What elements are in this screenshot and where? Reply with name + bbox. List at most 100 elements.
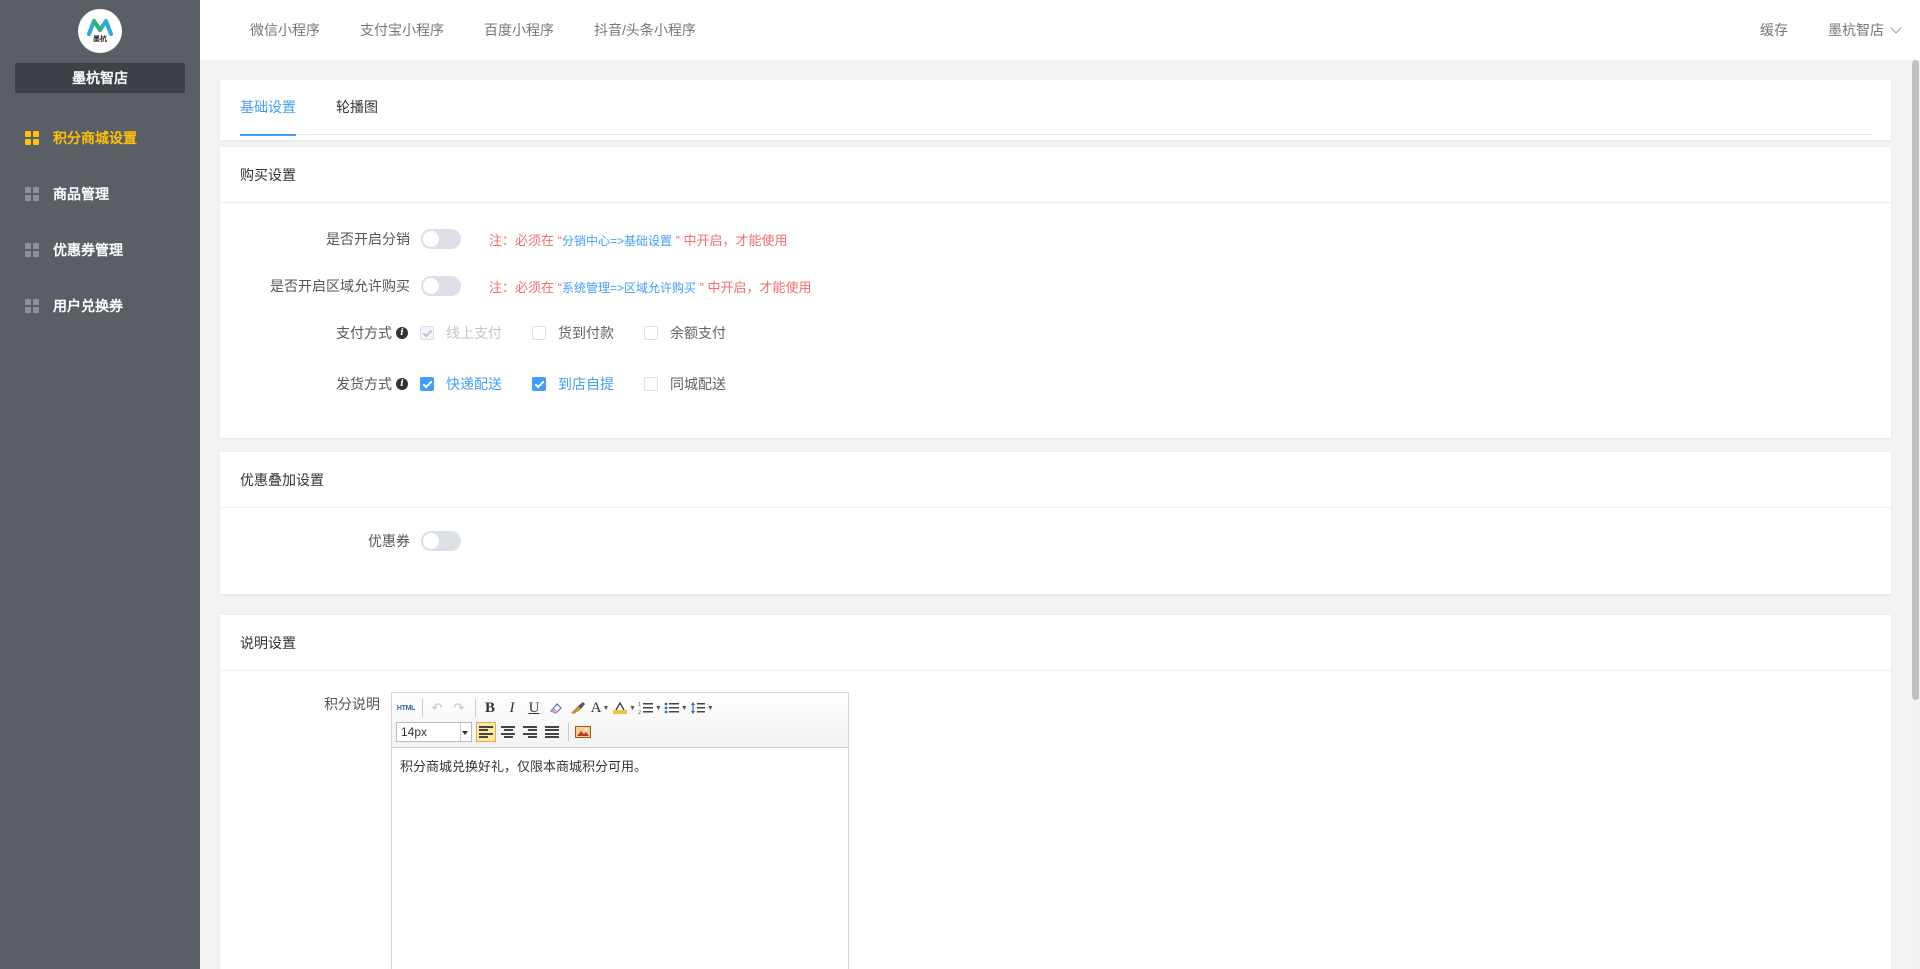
user-name: 墨杭智店: [1828, 22, 1884, 38]
editor-toolbar: HTML ↶ ↷ B I U A ▼ ▼ 1 2 ▼ ▼ ▼ 14px: [392, 693, 848, 748]
platform-tabs: 微信小程序 支付宝小程序 百度小程序 抖音/头条小程序: [250, 0, 736, 60]
sidebar-item-points-mall-settings[interactable]: 积分商城设置: [0, 110, 200, 166]
region-settings-link[interactable]: 系统管理=>区域允许购买: [562, 281, 696, 295]
grid-icon: [25, 187, 39, 201]
rich-text-editor: HTML ↶ ↷ B I U A ▼ ▼ 1 2 ▼ ▼ ▼ 14px 积分商城…: [391, 692, 849, 969]
payment-cod-checkbox[interactable]: 货到付款: [532, 323, 614, 343]
delivery-pickup-checkbox[interactable]: 到店自提: [532, 374, 614, 394]
coupon-stacking-row: [421, 529, 461, 553]
delivery-local-checkbox[interactable]: 同城配送: [644, 374, 726, 394]
grid-icon: [25, 131, 39, 145]
shop-name: 墨杭智店: [15, 63, 185, 93]
logo: 墨杭: [78, 9, 122, 53]
checkbox-box: [644, 377, 658, 391]
line-height-icon: [690, 702, 705, 714]
checkbox-box: [644, 326, 658, 340]
coupon-stacking-switch[interactable]: [421, 531, 461, 551]
distribution-switch[interactable]: [421, 229, 461, 249]
checkbox-label: 快递配送: [446, 376, 502, 392]
checkbox-box: [532, 326, 546, 340]
sidebar-item-label: 商品管理: [53, 186, 109, 202]
delivery-method-label: 发货方式 i: [220, 372, 408, 396]
distribution-row: 注：必须在 “分销中心=>基础设置 ” 中开启，才能使用: [421, 227, 788, 251]
editor-content[interactable]: 积分商城兑换好礼，仅限本商城积分可用。: [392, 748, 848, 783]
insert-image-icon[interactable]: [573, 722, 593, 742]
sidebar-item-coupon-management[interactable]: 优惠券管理: [0, 222, 200, 278]
font-color-button[interactable]: A ▼: [590, 698, 610, 718]
delivery-method-options: 快递配送 到店自提 同城配送: [420, 372, 756, 396]
tab-douyin-miniprogram[interactable]: 抖音/头条小程序: [594, 20, 696, 40]
top-right-actions: 缓存 墨杭智店: [1760, 0, 1902, 60]
underline-icon[interactable]: U: [524, 698, 544, 718]
tab-basic-settings[interactable]: 基础设置: [240, 80, 296, 136]
payment-method-label: 支付方式 i: [220, 321, 408, 345]
redo-icon[interactable]: ↷: [449, 698, 469, 718]
highlight-color-button[interactable]: ▼: [612, 698, 636, 718]
user-menu[interactable]: 墨杭智店: [1828, 20, 1902, 40]
checkbox-box: [420, 326, 434, 340]
payment-method-options: 线上支付 货到付款 余额支付: [420, 321, 756, 345]
italic-icon[interactable]: I: [502, 698, 522, 718]
sidebar: 墨杭 墨杭智店 积分商城设置 商品管理 优惠券管理 用户兑换券: [0, 0, 200, 969]
grid-icon: [25, 299, 39, 313]
align-center-icon[interactable]: [498, 722, 518, 742]
delivery-method-label-text: 发货方式: [336, 376, 392, 392]
scrollbar-thumb[interactable]: [1912, 60, 1919, 700]
html-source-button[interactable]: HTML: [396, 698, 416, 718]
sidebar-item-user-vouchers[interactable]: 用户兑换券: [0, 278, 200, 334]
description-settings-card: 说明设置 积分说明 HTML ↶ ↷ B I U A ▼ ▼ 1 2 ▼ ▼ ▼…: [220, 615, 1891, 969]
cache-button[interactable]: 缓存: [1760, 20, 1788, 40]
payment-online-checkbox[interactable]: 线上支付: [420, 323, 502, 343]
chevron-down-icon: ▼: [680, 704, 688, 712]
section-title: 购买设置: [220, 147, 1891, 203]
font-color-icon: A: [590, 699, 602, 716]
distribution-settings-link[interactable]: 分销中心=>基础设置: [562, 234, 672, 248]
tab-wechat-miniprogram[interactable]: 微信小程序: [250, 20, 320, 40]
payment-method-label-text: 支付方式: [336, 325, 392, 341]
sidebar-nav: 积分商城设置 商品管理 优惠券管理 用户兑换券: [0, 110, 200, 334]
region-purchase-label: 是否开启区域允许购买: [270, 278, 410, 294]
undo-icon[interactable]: ↶: [427, 698, 447, 718]
checkbox-label: 货到付款: [558, 325, 614, 341]
font-size-select[interactable]: 14px: [396, 722, 472, 742]
highlight-icon: [613, 701, 627, 714]
checkbox-label: 余额支付: [670, 325, 726, 341]
distribution-note: 注：必须在 “分销中心=>基础设置 ” 中开启，才能使用: [489, 230, 788, 249]
chevron-down-icon: ▼: [706, 704, 714, 712]
purchase-settings-card: 购买设置 是否开启分销 注：必须在 “分销中心=>基础设置 ” 中开启，才能使用…: [220, 147, 1891, 438]
chevron-down-icon: [1890, 22, 1902, 34]
region-purchase-switch[interactable]: [421, 276, 461, 296]
eraser-icon[interactable]: [546, 698, 566, 718]
sidebar-item-product-management[interactable]: 商品管理: [0, 166, 200, 222]
ordered-list-button[interactable]: 1 2 ▼: [638, 698, 662, 718]
info-icon[interactable]: i: [396, 327, 408, 339]
coupon-stacking-label: 优惠券: [368, 533, 410, 549]
align-justify-icon[interactable]: [542, 722, 562, 742]
line-height-button[interactable]: ▼: [690, 698, 714, 718]
region-purchase-row: 注：必须在 “系统管理=>区域允许购买 ” 中开启，才能使用: [421, 274, 812, 298]
grid-icon: [25, 243, 39, 257]
logo-text: 墨杭: [93, 36, 107, 43]
tab-baidu-miniprogram[interactable]: 百度小程序: [484, 20, 554, 40]
logo-icon: [87, 19, 113, 36]
chevron-down-icon: ▼: [602, 704, 610, 712]
checkbox-label: 同城配送: [670, 376, 726, 392]
unordered-list-icon: [664, 702, 679, 714]
tab-carousel[interactable]: 轮播图: [336, 80, 378, 135]
region-purchase-note: 注：必须在 “系统管理=>区域允许购买 ” 中开启，才能使用: [489, 277, 812, 296]
bold-icon[interactable]: B: [480, 698, 500, 718]
format-painter-icon[interactable]: [568, 698, 588, 718]
align-left-icon[interactable]: [476, 722, 496, 742]
sidebar-item-label: 优惠券管理: [53, 242, 123, 258]
note-text: ” 中开启，才能使用: [671, 232, 788, 248]
info-icon[interactable]: i: [396, 378, 408, 390]
tab-alipay-miniprogram[interactable]: 支付宝小程序: [360, 20, 444, 40]
payment-balance-checkbox[interactable]: 余额支付: [644, 323, 726, 343]
unordered-list-button[interactable]: ▼: [664, 698, 688, 718]
delivery-express-checkbox[interactable]: 快递配送: [420, 374, 502, 394]
vertical-scrollbar[interactable]: [1910, 60, 1920, 969]
align-right-icon[interactable]: [520, 722, 540, 742]
checkbox-box: [532, 377, 546, 391]
ordered-list-icon: 12: [638, 702, 653, 715]
discount-stacking-card: 优惠叠加设置 优惠券: [220, 452, 1891, 594]
